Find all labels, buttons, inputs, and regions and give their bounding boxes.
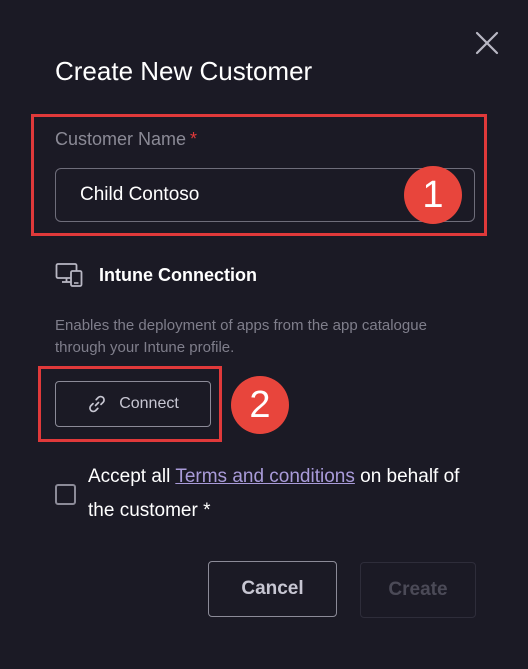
create-customer-dialog: Create New Customer Customer Name* Intun… bbox=[0, 0, 528, 669]
cancel-button[interactable]: Cancel bbox=[208, 561, 337, 617]
annotation-box-2 bbox=[38, 366, 222, 442]
intune-connection-title: Intune Connection bbox=[99, 264, 257, 285]
monitor-devices-icon bbox=[55, 263, 83, 287]
dialog-title: Create New Customer bbox=[55, 56, 313, 86]
create-button[interactable]: Create bbox=[360, 562, 476, 618]
intune-connection-description: Enables the deployment of apps from the … bbox=[55, 317, 427, 356]
annotation-badge-2: 2 bbox=[231, 376, 289, 434]
terms-prefix: Accept all bbox=[88, 466, 176, 487]
terms-checkbox[interactable] bbox=[55, 484, 76, 505]
close-icon[interactable] bbox=[473, 29, 501, 57]
terms-link[interactable]: Terms and conditions bbox=[175, 466, 355, 487]
terms-text: Accept all Terms and conditions on behal… bbox=[88, 460, 468, 528]
annotation-badge-1: 1 bbox=[404, 166, 462, 224]
intune-connection-header: Intune Connection bbox=[55, 262, 257, 288]
